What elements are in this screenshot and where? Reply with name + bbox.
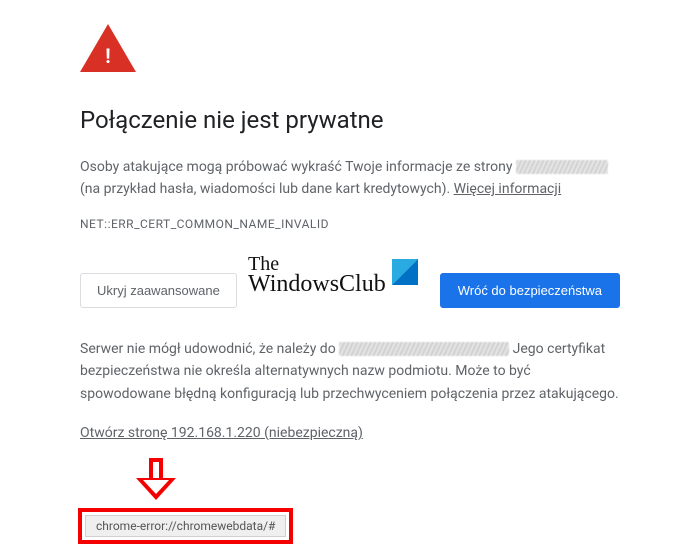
status-bar-url: chrome-error://chromewebdata/# xyxy=(85,515,286,537)
warning-body-part1: Osoby atakujące mogą próbować wykraść Tw… xyxy=(80,159,516,175)
redacted-host-1 xyxy=(516,160,608,174)
warning-icon: ! xyxy=(80,24,136,72)
button-row: Ukryj zaawansowane Wróć do bezpieczeństw… xyxy=(80,273,620,308)
redacted-host-2 xyxy=(339,342,509,356)
annotation-arrow-icon xyxy=(136,458,176,504)
advanced-part1: Serwer nie mógł udowodnić, że należy do xyxy=(80,341,339,357)
error-code: NET::ERR_CERT_COMMON_NAME_INVALID xyxy=(80,217,620,231)
proceed-unsafe-link[interactable]: Otwórz stronę 192.168.1.220 (niebezpiecz… xyxy=(80,425,363,441)
more-info-link[interactable]: Więcej informacji xyxy=(454,181,562,197)
warning-body: Osoby atakujące mogą próbować wykraść Tw… xyxy=(80,156,620,201)
back-to-safety-button[interactable]: Wróć do bezpieczeństwa xyxy=(440,273,620,308)
hide-advanced-button[interactable]: Ukryj zaawansowane xyxy=(80,273,237,308)
annotation-highlight-box: chrome-error://chromewebdata/# xyxy=(78,508,293,544)
page-title: Połączenie nie jest prywatne xyxy=(80,106,620,134)
advanced-explanation: Serwer nie mógł udowodnić, że należy do … xyxy=(80,338,620,405)
warning-body-part2: (na przykład hasła, wiadomości lub dane … xyxy=(80,181,454,197)
